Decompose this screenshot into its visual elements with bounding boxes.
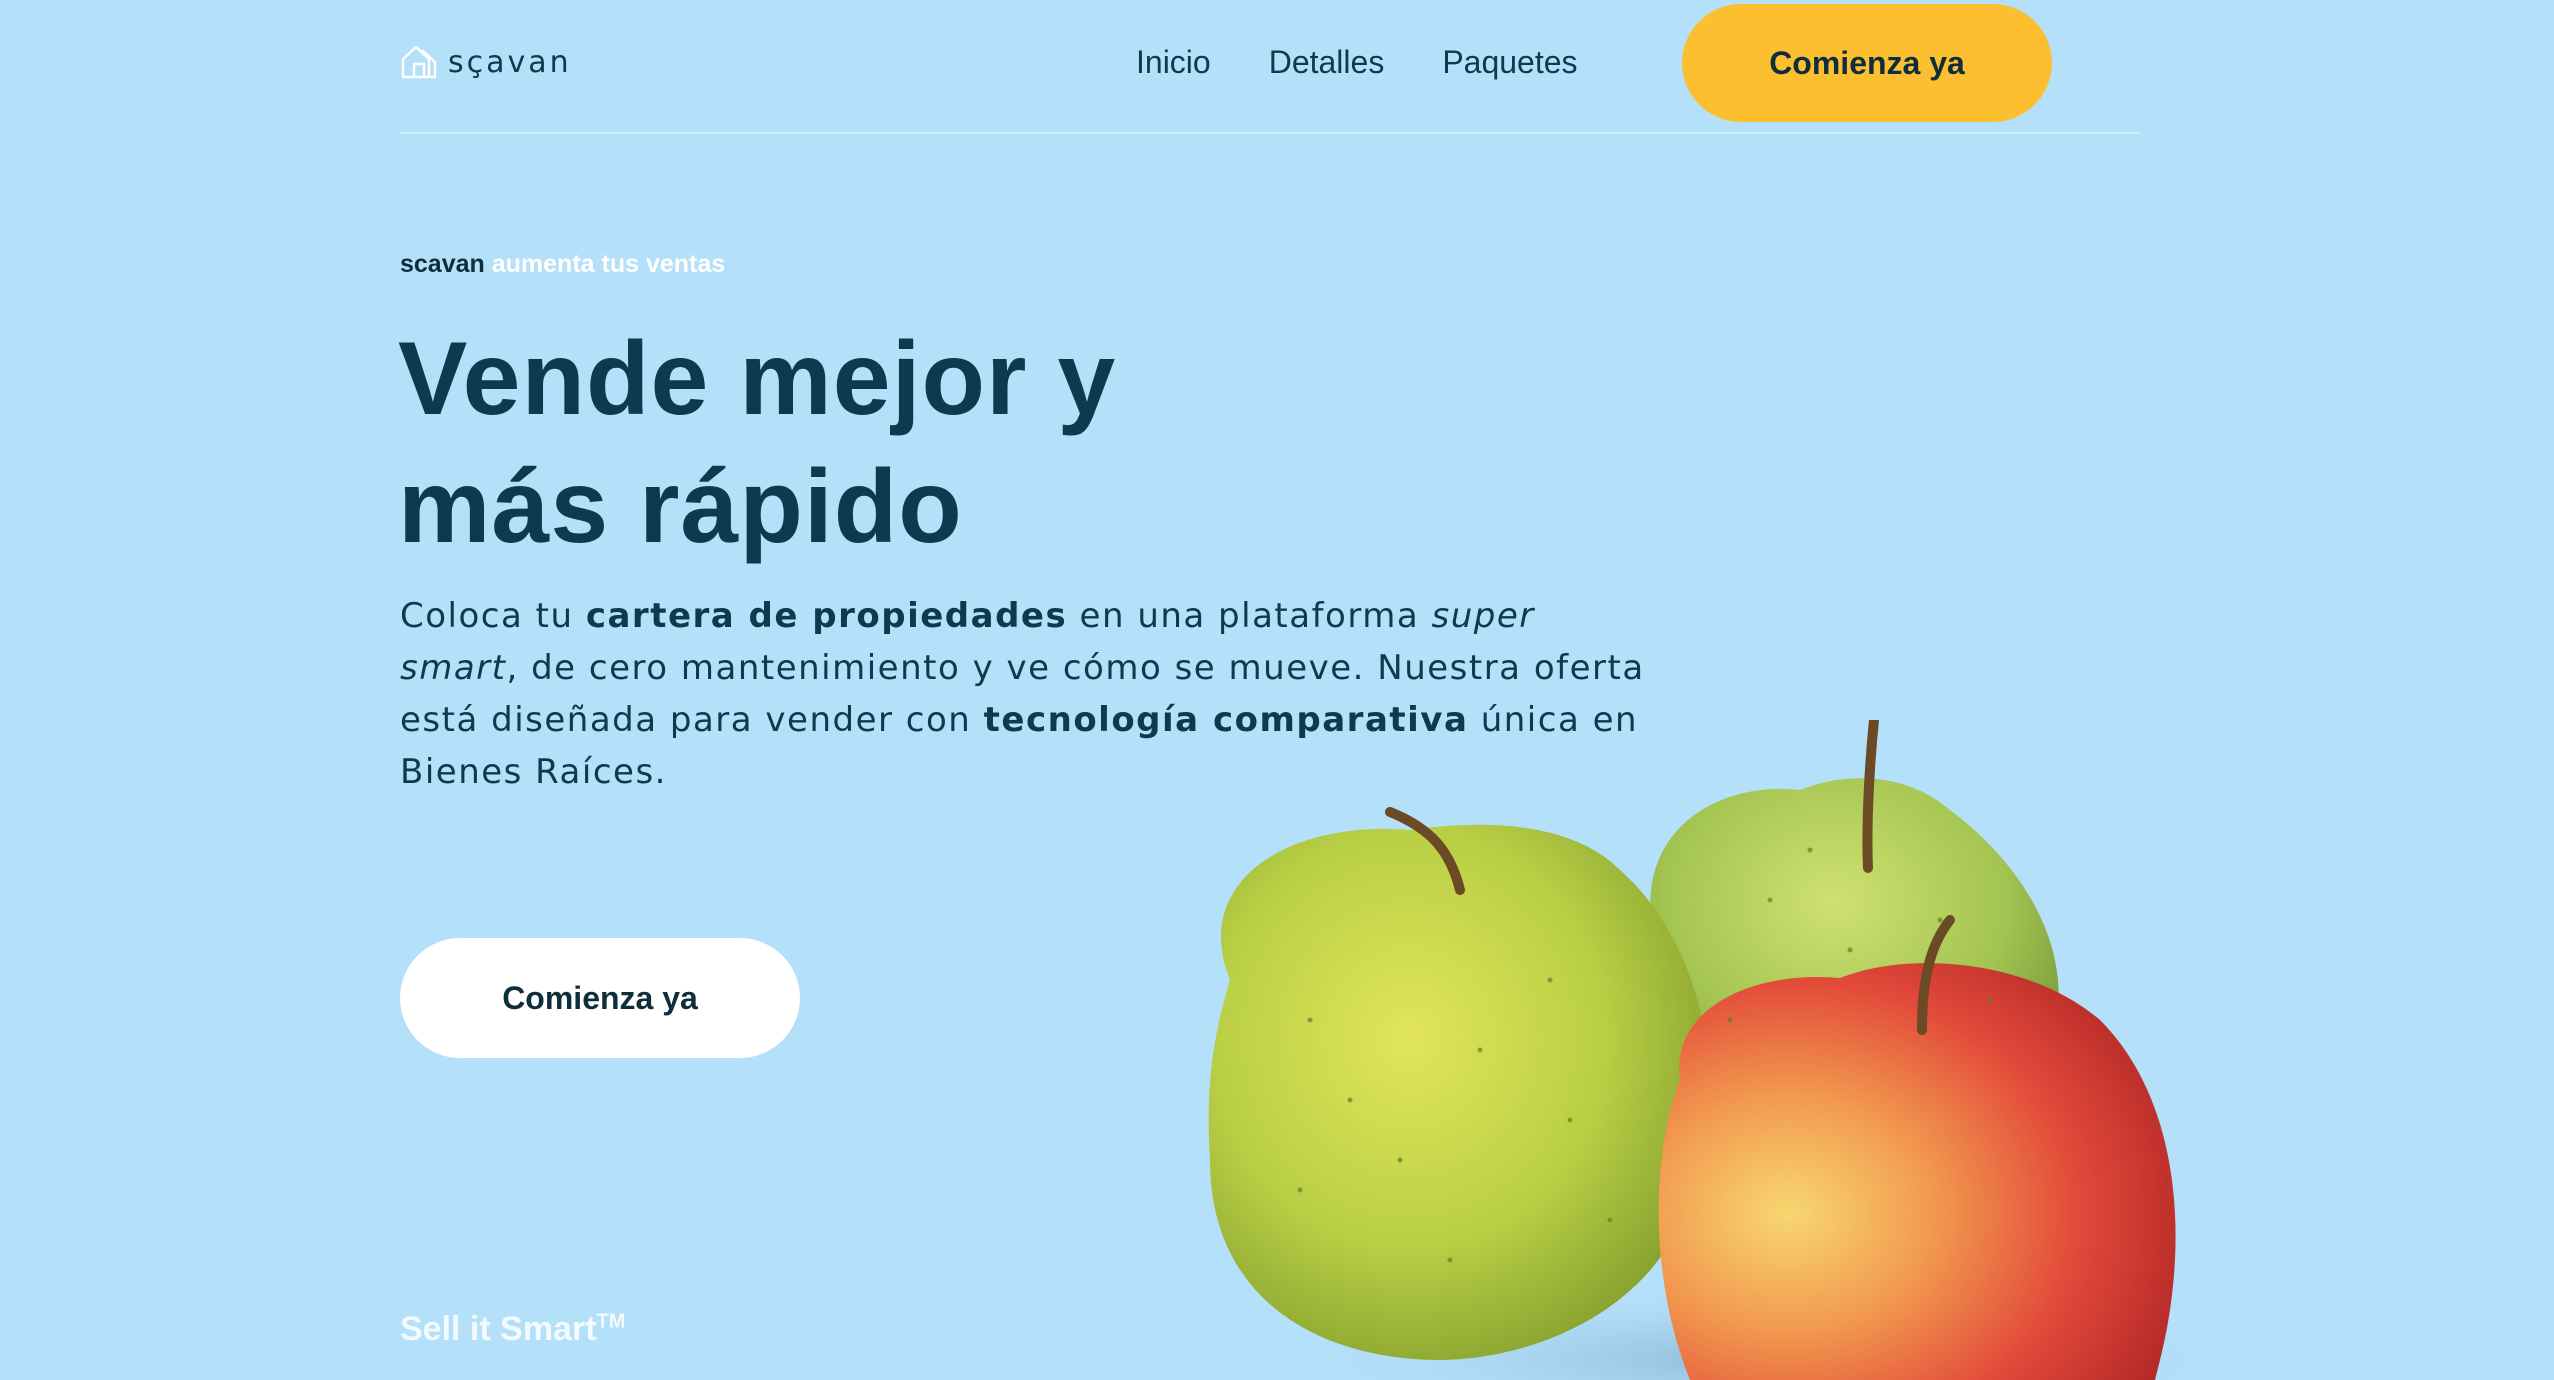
site-header: sçavan Inicio Detalles Paquetes Comienza… — [400, 0, 2140, 134]
nav-item-paquetes[interactable]: Paquetes — [1442, 44, 1577, 81]
logo-text: sçavan — [448, 44, 572, 80]
nav-item-inicio[interactable]: Inicio — [1136, 44, 1211, 81]
landing-page: sçavan Inicio Detalles Paquetes Comienza… — [0, 0, 2554, 1380]
lead-bold-1: cartera de propiedades — [585, 596, 1068, 636]
hero-cta-button[interactable]: Comienza ya — [400, 938, 800, 1058]
main-nav: Inicio Detalles Paquetes — [1136, 44, 1578, 81]
eyebrow-text: aumenta tus ventas — [491, 250, 726, 278]
house-outline-icon — [401, 45, 437, 79]
hero-eyebrow: scavan aumenta tus ventas — [400, 250, 725, 279]
logo[interactable]: sçavan — [400, 42, 572, 82]
apples-illustration — [1208, 720, 2290, 1380]
nav-item-detalles[interactable]: Detalles — [1269, 44, 1385, 81]
headline-line-1: Vende mejor y — [398, 321, 1117, 437]
lead-text-2: en una plataforma — [1067, 596, 1432, 636]
hero-headline: Vende mejor y más rápido — [398, 315, 1116, 571]
trademark-mark: TM — [596, 1310, 626, 1333]
tagline: Sell it SmartTM — [400, 1310, 625, 1349]
green-apple-left — [1208, 807, 1710, 1360]
headline-line-2: más rápido — [398, 449, 963, 565]
lead-text-1: Coloca tu — [400, 596, 586, 636]
eyebrow-brand: scavan — [400, 250, 485, 278]
header-cta-button[interactable]: Comienza ya — [1682, 4, 2052, 122]
tagline-text: Sell it Smart — [400, 1310, 597, 1348]
